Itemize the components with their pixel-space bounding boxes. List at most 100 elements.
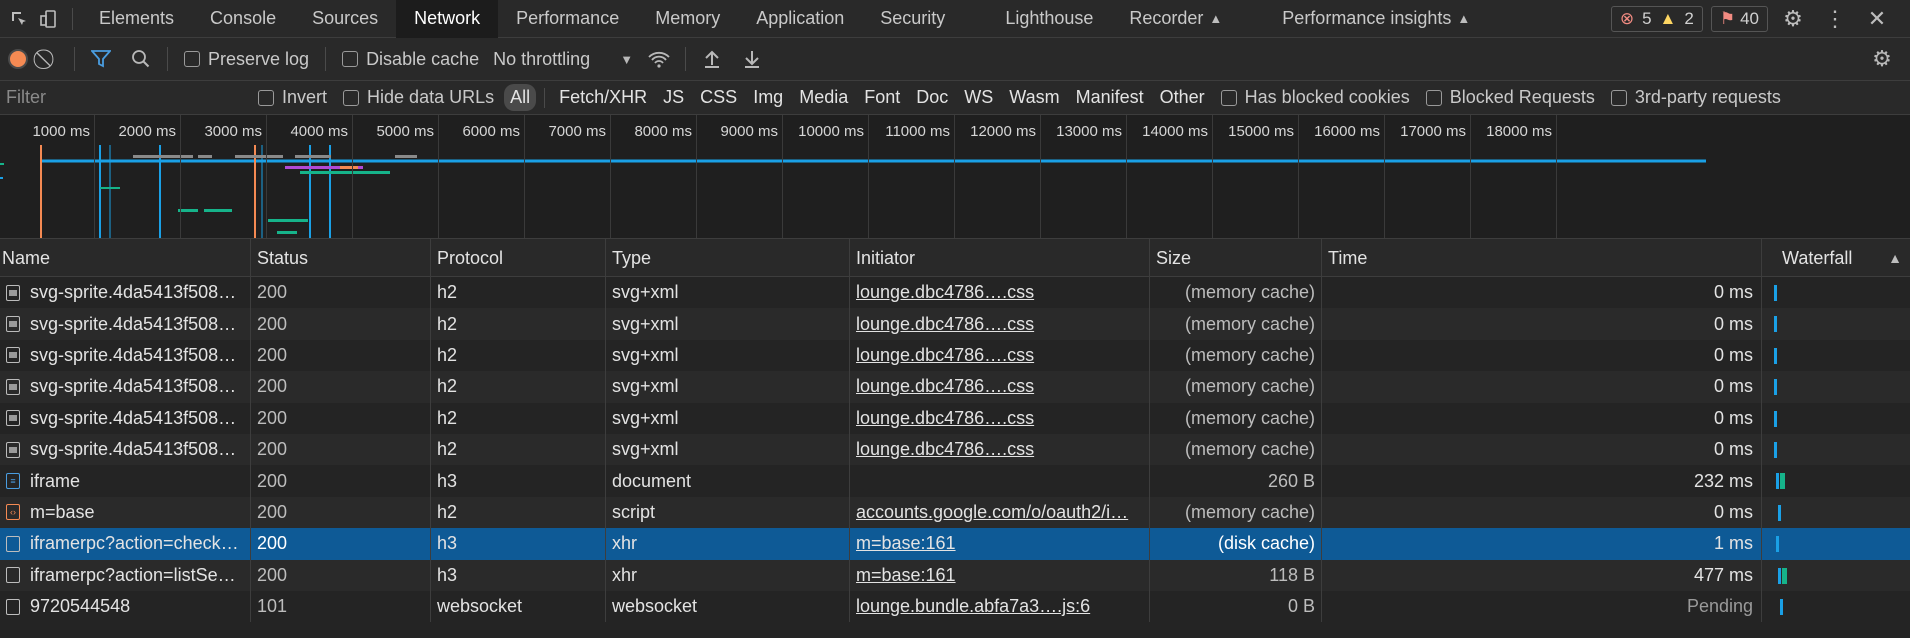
table-row[interactable]: svg-sprite.4da5413f508… 200 h2 svg+xml loung… (0, 402, 1910, 434)
column-header-size[interactable]: Size (1150, 239, 1322, 277)
table-row[interactable]: svg-sprite.4da5413f508… 200 h2 svg+xml loung… (0, 371, 1910, 403)
blank-file-icon (6, 535, 20, 552)
cell-protocol: h2 (431, 433, 606, 466)
column-header-initiator[interactable]: Initiator (850, 239, 1150, 277)
table-row[interactable]: iframerpc?action=listSe… 200 h3 xhr m=base:1… (0, 559, 1910, 591)
type-filter-ws[interactable]: WS (958, 84, 999, 111)
cell-time: 477 ms (1322, 559, 1762, 591)
cell-type: svg+xml (606, 339, 850, 372)
disable-cache-checkbox[interactable]: Disable cache (342, 49, 479, 70)
type-filter-all[interactable]: All (504, 84, 537, 111)
overview-gridline (782, 115, 783, 238)
initiator-link[interactable]: lounge.dbc4786….css (856, 345, 1034, 366)
network-conditions-icon[interactable] (639, 38, 679, 81)
column-header-name[interactable]: Name (0, 239, 251, 277)
checkbox-box (343, 89, 360, 106)
cell-name: svg-sprite.4da5413f508… (0, 433, 251, 466)
blank-file-icon (6, 567, 20, 584)
close-devtools-icon[interactable]: ✕ (1860, 2, 1894, 36)
has-blocked-cookies-checkbox[interactable]: Has blocked cookies (1220, 87, 1410, 108)
filter-input[interactable]: Filter (0, 81, 250, 115)
document-file-icon: ≡ (6, 473, 20, 490)
overview-gridline (1384, 115, 1385, 238)
network-settings-gear-icon[interactable]: ⚙ (1862, 38, 1902, 81)
checkbox-box (1220, 89, 1237, 106)
initiator-link[interactable]: lounge.dbc4786….css (856, 408, 1034, 429)
export-har-icon[interactable] (732, 38, 772, 81)
cell-type: svg+xml (606, 277, 850, 309)
initiator-link[interactable]: lounge.dbc4786….css (856, 314, 1034, 335)
table-row[interactable]: svg-sprite.4da5413f508… 200 h2 svg+xml loung… (0, 277, 1910, 309)
initiator-link[interactable]: m=base:161 (856, 565, 956, 586)
type-filter-fetch-xhr[interactable]: Fetch/XHR (553, 84, 653, 111)
filter-funnel-icon[interactable] (81, 38, 121, 81)
initiator-link[interactable]: lounge.bundle.abfa7a3….js:6 (856, 596, 1090, 617)
column-header-type[interactable]: Type (606, 239, 850, 277)
table-row[interactable]: svg-sprite.4da5413f508… 200 h2 svg+xml loung… (0, 308, 1910, 340)
initiator-link[interactable]: lounge.dbc4786….css (856, 439, 1034, 460)
tab-application[interactable]: Application (738, 0, 862, 38)
clear-icon[interactable]: ⃠ (28, 38, 68, 81)
table-row[interactable]: svg-sprite.4da5413f508… 200 h2 svg+xml loung… (0, 433, 1910, 466)
type-filter-doc[interactable]: Doc (910, 84, 954, 111)
third-party-requests-checkbox[interactable]: 3rd-party requests (1610, 87, 1781, 108)
cell-name: svg-sprite.4da5413f508… (0, 277, 251, 309)
hide-data-urls-checkbox[interactable]: Hide data URLs (343, 87, 494, 108)
table-row[interactable]: ‹› m=base 200 h2 script accounts.google.com/o… (0, 496, 1910, 529)
issues-button[interactable]: ⚑ 40 (1710, 5, 1768, 32)
tab-console[interactable]: Console (192, 0, 294, 38)
initiator-link[interactable]: lounge.dbc4786….css (856, 376, 1034, 397)
column-header-time[interactable]: Time (1322, 239, 1762, 277)
image-file-icon (6, 347, 20, 364)
cell-waterfall (1762, 371, 1910, 402)
tab-security[interactable]: Security (862, 0, 963, 38)
type-filter-media[interactable]: Media (793, 84, 854, 111)
tab-sources[interactable]: Sources (294, 0, 396, 38)
device-toolbar-icon[interactable] (34, 0, 64, 38)
throttling-value: No throttling (493, 48, 591, 69)
invert-checkbox[interactable]: Invert (258, 87, 327, 108)
type-filter-js[interactable]: JS (657, 84, 690, 111)
type-filter-css[interactable]: CSS (694, 84, 743, 111)
tab-recorder[interactable]: Recorder ▲ (1111, 0, 1240, 38)
more-options-icon[interactable]: ⋮ (1818, 2, 1852, 36)
initiator-link[interactable]: lounge.dbc4786….css (856, 282, 1034, 303)
column-header-status[interactable]: Status (251, 239, 431, 277)
tab-network[interactable]: Network (396, 0, 499, 38)
initiator-link[interactable]: m=base:161 (856, 533, 956, 554)
throttling-select[interactable]: No throttling ▼ (493, 49, 633, 70)
column-header-protocol[interactable]: Protocol (431, 239, 606, 277)
import-har-icon[interactable] (692, 38, 732, 81)
cell-size: 118 B (1150, 559, 1322, 591)
network-overview-timeline[interactable]: 1000 ms 2000 ms 3000 ms 4000 ms 5000 ms 6000 … (0, 115, 1910, 239)
cell-waterfall (1762, 340, 1910, 371)
overview-bar (133, 155, 193, 158)
type-filter-font[interactable]: Font (858, 84, 906, 111)
record-button[interactable] (8, 49, 28, 69)
tab-lighthouse[interactable]: Lighthouse (987, 0, 1111, 38)
cell-size: 260 B (1150, 465, 1322, 497)
error-icon: ⊗ (1619, 8, 1635, 28)
tab-performance-insights[interactable]: Performance insights ▲ (1264, 0, 1488, 38)
table-row[interactable]: iframerpc?action=check… 200 h3 xhr m=base:16… (0, 528, 1910, 560)
inspect-element-icon[interactable] (4, 0, 34, 38)
table-row[interactable]: ≡ iframe 200 h3 document 260 B 232 ms (0, 465, 1910, 497)
preserve-log-checkbox[interactable]: Preserve log (184, 49, 309, 70)
cell-status: 200 (251, 496, 431, 529)
search-icon[interactable] (121, 38, 161, 81)
blocked-requests-checkbox[interactable]: Blocked Requests (1425, 87, 1595, 108)
settings-gear-icon[interactable]: ⚙ (1776, 2, 1810, 36)
type-filter-other[interactable]: Other (1154, 84, 1211, 111)
tab-elements[interactable]: Elements (81, 0, 192, 38)
tab-memory[interactable]: Memory (637, 0, 738, 38)
type-filter-wasm[interactable]: Wasm (1003, 84, 1065, 111)
type-filter-manifest[interactable]: Manifest (1070, 84, 1150, 111)
tab-performance[interactable]: Performance (498, 0, 637, 38)
console-counts-button[interactable]: ⊗ 5 ▲ 2 (1610, 5, 1703, 32)
table-row[interactable]: svg-sprite.4da5413f508… 200 h2 svg+xml loung… (0, 339, 1910, 372)
type-filter-img[interactable]: Img (747, 84, 789, 111)
column-header-waterfall-label: Waterfall (1782, 247, 1853, 268)
table-row[interactable]: 9720544548 101 websocket websocket lounge.bu… (0, 590, 1910, 623)
initiator-link[interactable]: accounts.google.com/o/oauth2/i… (856, 502, 1128, 523)
column-header-waterfall[interactable]: Waterfall ▲ (1762, 239, 1910, 277)
